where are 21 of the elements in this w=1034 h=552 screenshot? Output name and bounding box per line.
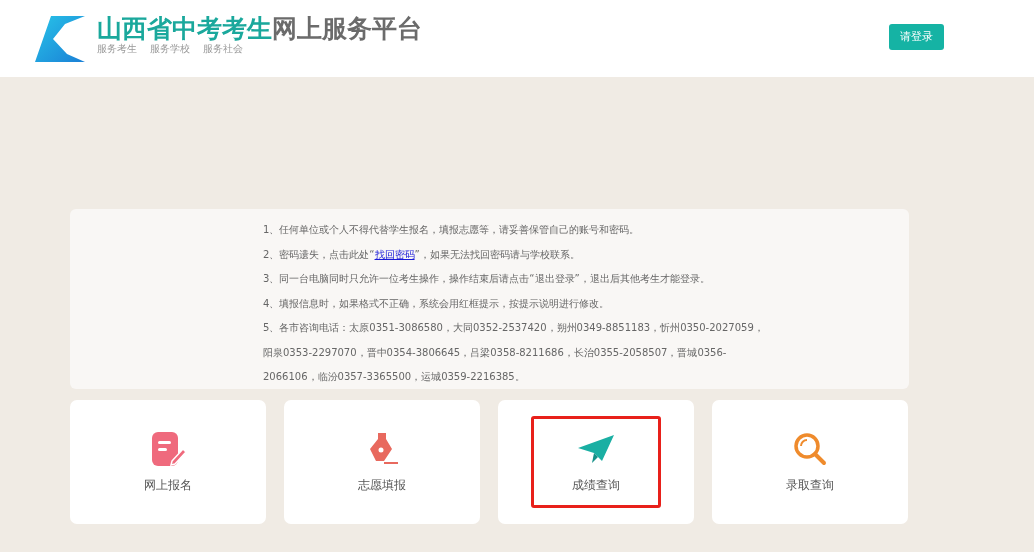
form-edit-icon [150,430,186,467]
site-title: 山西省中考考生网上服务平台 [97,13,422,43]
recover-password-link[interactable]: 找回密码 [374,248,415,260]
slogan-text: 服务学校 [150,41,190,56]
notice-text: 3、同一台电脑同时只允许一位考生操作，操作结束后请点击“退出登录”，退出后其他考生才能登录。 [263,272,711,286]
service-card[interactable]: 录取查询 [712,400,908,524]
card-label: 志愿填报 [358,476,406,494]
slogan-text: 服务社会 [203,41,243,56]
slogan-text: 服务考生 [97,41,137,56]
card-label: 录取查询 [786,476,834,494]
search-icon [792,430,828,467]
logo-icon [35,15,85,62]
notice-text: 4、填报信息时，如果格式不正确，系统会用红框提示，按提示说明进行修改。 [263,296,611,311]
service-card[interactable]: 网上报名 [70,400,266,524]
notice-text: 1、任何单位或个人不得代替学生报名，填报志愿等，请妥善保管自己的账号和密码。 [263,223,641,237]
notice-text: 2、密码遗失，点击此处“找回密码”，如果无法找回密码请与学校联系。 [263,247,581,262]
service-card[interactable]: 成绩查询 [498,400,694,524]
service-card[interactable]: 志愿填报 [284,400,480,524]
card-label: 网上报名 [144,476,192,494]
notice-text: 5、各市咨询电话：太原0351-3086580，大同0352-2537420，朔州0349-8851183，忻州0350-2027059，阳泉0353-2297070，晋中0354-3806645，吕梁0358-8211686，长治0355-2058507，晋城0356-2066106，临汾0357-3365500，运城0359-2216385。 [263,321,765,384]
card-label: 成绩查询 [572,476,620,494]
